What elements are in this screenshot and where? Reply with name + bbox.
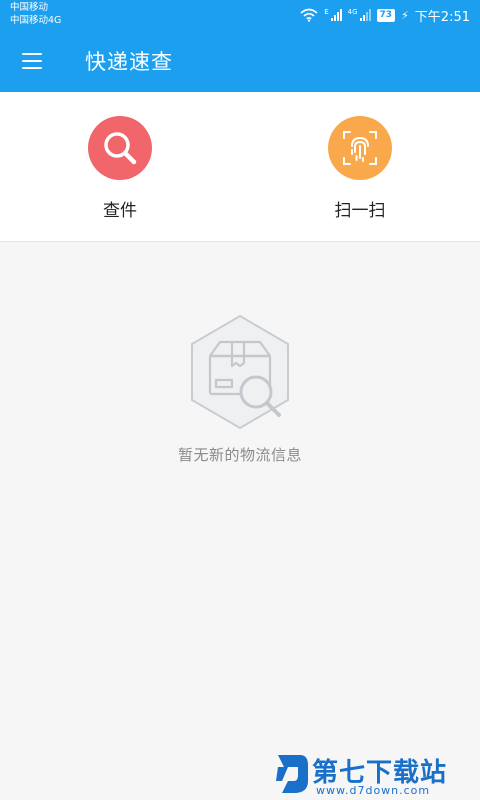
wifi-icon bbox=[300, 8, 318, 22]
scan-button[interactable]: 扫一扫 bbox=[290, 116, 430, 221]
page-title: 快递速查 bbox=[85, 50, 173, 74]
status-bar: 中国移动 中国移动4G E 4G 73 ⚡ 下午2:51 bbox=[0, 0, 480, 30]
empty-package-icon bbox=[191, 314, 289, 430]
quick-actions: 查件 扫一扫 bbox=[0, 92, 480, 242]
watermark: 第七下载站 www.d7down.com bbox=[274, 748, 474, 798]
network-type-1: E bbox=[324, 8, 329, 16]
battery-icon: 73 bbox=[376, 8, 396, 22]
carrier-2: 中国移动4G bbox=[10, 15, 62, 26]
menu-icon[interactable] bbox=[20, 49, 44, 73]
empty-message: 暂无新的物流信息 bbox=[177, 446, 302, 464]
network-type-2: 4G bbox=[347, 8, 358, 16]
signal-icon-1: E bbox=[324, 8, 342, 21]
app-bar: 快递速查 bbox=[0, 30, 480, 92]
clock: 下午2:51 bbox=[414, 9, 470, 25]
signal-icon-2: 4G bbox=[348, 9, 371, 21]
fingerprint-scan-icon bbox=[328, 116, 392, 180]
watermark-url: www.d7down.com bbox=[316, 784, 431, 797]
carrier-info: 中国移动 中国移动4G bbox=[10, 1, 61, 27]
query-button[interactable]: 查件 bbox=[50, 116, 190, 221]
empty-state: 暂无新的物流信息 bbox=[0, 310, 480, 465]
search-icon bbox=[88, 116, 152, 180]
status-icons: E 4G 73 ⚡ 下午2:51 bbox=[300, 6, 470, 25]
watermark-logo-icon bbox=[276, 755, 308, 793]
charging-icon: ⚡ bbox=[401, 8, 409, 22]
scan-label: 扫一扫 bbox=[334, 201, 386, 221]
query-label: 查件 bbox=[103, 201, 137, 221]
carrier-1: 中国移动 bbox=[10, 2, 49, 13]
